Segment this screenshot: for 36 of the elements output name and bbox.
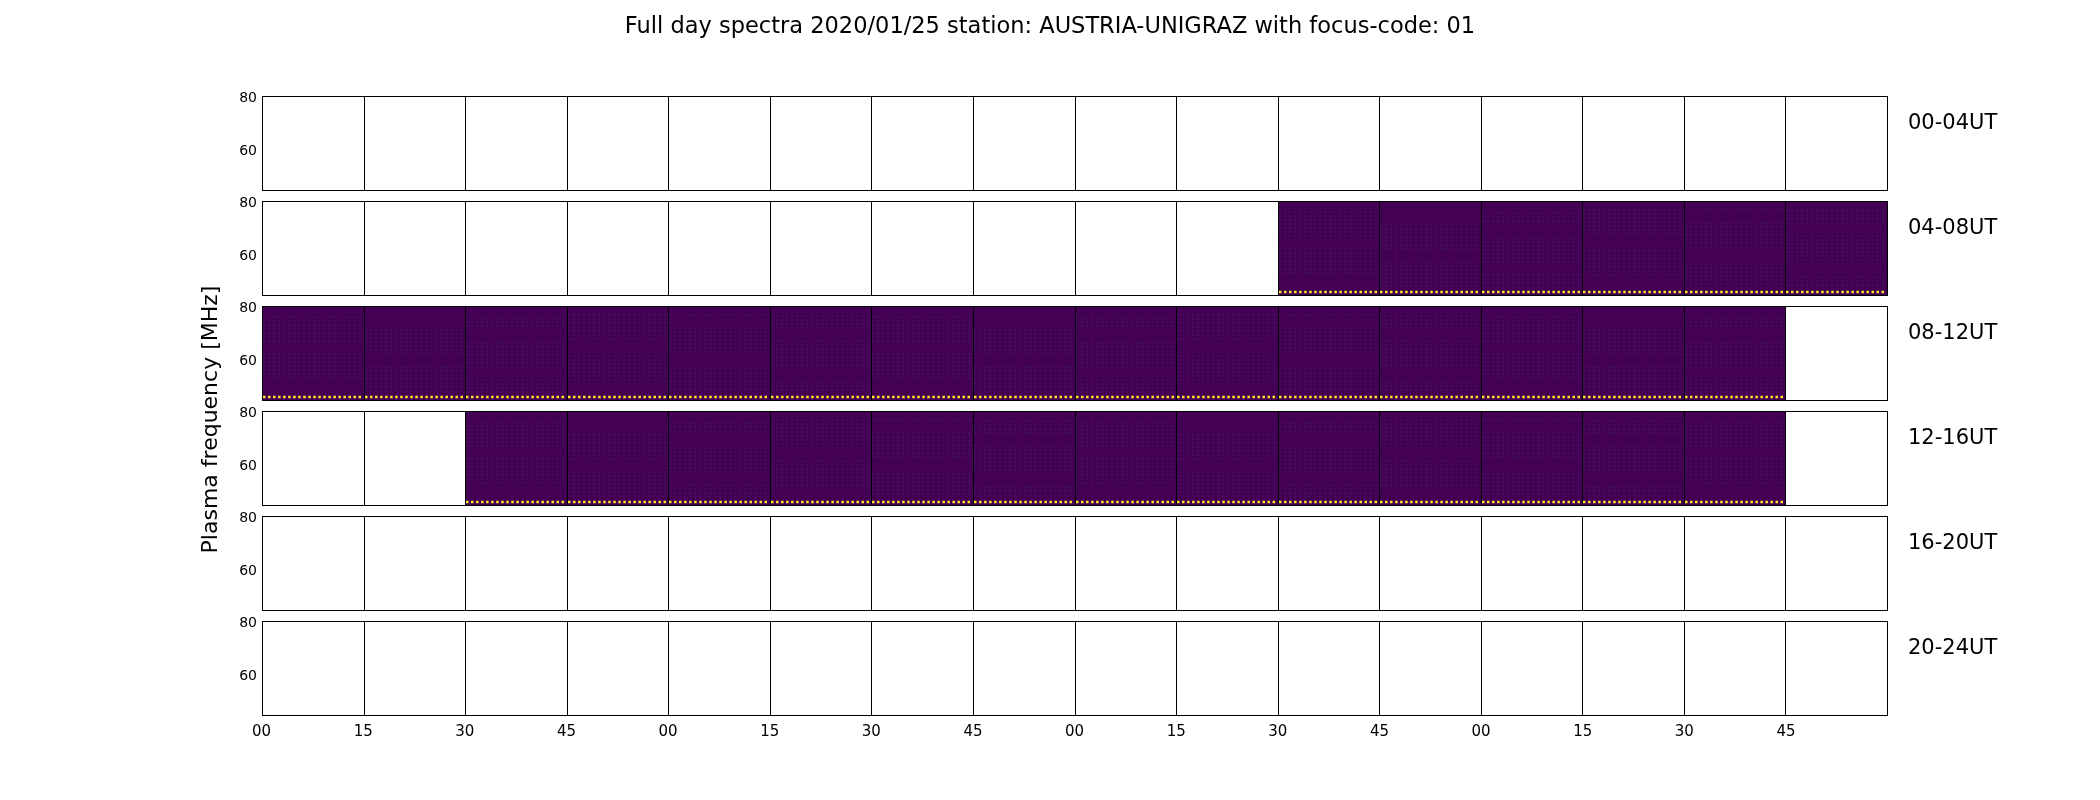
x-tick-label: 15 [1166, 722, 1186, 740]
y-axis-label: Plasma frequency [MHz] [197, 285, 223, 553]
y-tick-label: 60 [239, 563, 257, 577]
y-tick-label: 60 [239, 458, 257, 472]
x-tick-label: 30 [861, 722, 881, 740]
x-tick-label: 45 [1776, 722, 1796, 740]
y-tick-label: 80 [239, 90, 257, 104]
time-range-label: 16-20UT [1908, 530, 1998, 556]
x-tick-label: 30 [455, 722, 475, 740]
y-tick-label: 80 [239, 615, 257, 629]
x-tick-label: 00 [658, 722, 678, 740]
y-tick-label: 80 [239, 510, 257, 524]
x-tick-label: 15 [1573, 722, 1593, 740]
time-range-label: 12-16UT [1908, 425, 1998, 451]
x-tick-label: 00 [1065, 722, 1085, 740]
time-range-label: 20-24UT [1908, 635, 1998, 661]
time-range-label: 04-08UT [1908, 215, 1998, 241]
figure-title: Full day spectra 2020/01/25 station: AUSTRIA-UNIGRAZ with focus-code: 01 [624, 12, 1476, 38]
y-tick-label: 80 [239, 195, 257, 209]
x-tick-label: 15 [353, 722, 373, 740]
x-tick-label: 30 [1268, 722, 1288, 740]
time-range-label: 08-12UT [1908, 320, 1998, 346]
y-tick-label: 80 [239, 405, 257, 419]
x-tick-label: 15 [760, 722, 780, 740]
y-tick-label: 60 [239, 353, 257, 367]
x-tick-label: 00 [1471, 722, 1491, 740]
y-tick-label: 60 [239, 143, 257, 157]
x-tick-label: 45 [1369, 722, 1389, 740]
x-tick-label: 45 [963, 722, 983, 740]
x-tick-label: 30 [1674, 722, 1694, 740]
x-tick-label: 45 [556, 722, 576, 740]
time-range-label: 00-04UT [1908, 110, 1998, 136]
x-tick-label: 00 [252, 722, 272, 740]
y-tick-label: 80 [239, 300, 257, 314]
y-tick-label: 60 [239, 668, 257, 682]
y-tick-label: 60 [239, 248, 257, 262]
